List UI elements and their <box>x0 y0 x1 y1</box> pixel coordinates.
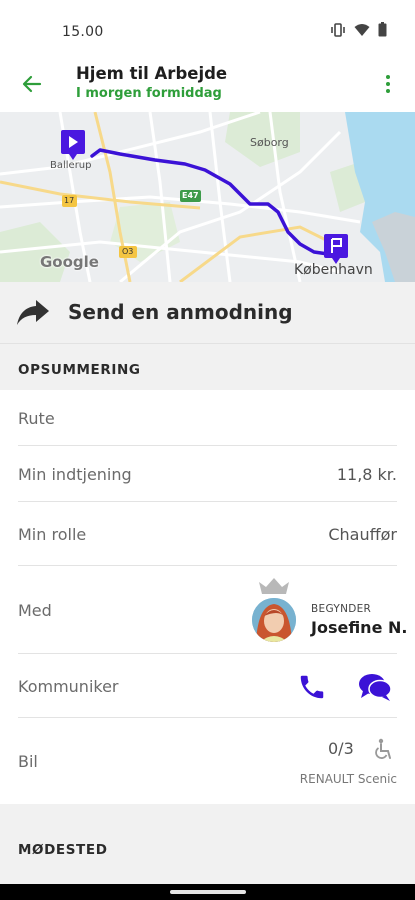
earnings-value: 11,8 kr. <box>336 465 397 484</box>
phone-icon <box>300 675 324 699</box>
status-icons <box>330 22 387 37</box>
start-marker-icon <box>61 130 85 160</box>
send-request-button[interactable]: Send en anmodning <box>0 282 415 344</box>
route-map[interactable]: 17 E47 O3 Ballerup Søborg København Goog… <box>0 112 415 282</box>
back-button[interactable] <box>18 70 46 98</box>
wheelchair-icon <box>375 738 391 759</box>
send-request-label: Send en anmodning <box>68 300 293 324</box>
car-model: RENAULT Scenic <box>299 772 397 786</box>
route-label: Rute <box>18 409 55 428</box>
share-arrow-icon <box>17 300 49 325</box>
car-seats: 0/3 <box>328 739 354 758</box>
status-bar: 15.00 <box>0 0 415 56</box>
companion-name[interactable]: Josefine N. <box>311 618 407 637</box>
map-label-soborg: Søborg <box>250 136 289 149</box>
role-value: Chauffør <box>328 525 397 544</box>
earnings-label: Min indtjening <box>18 465 132 484</box>
page-title: Hjem til Arbejde <box>76 64 228 83</box>
call-button[interactable] <box>297 672 327 702</box>
chat-icon <box>359 674 392 701</box>
page-subtitle: I morgen formiddag <box>76 86 222 101</box>
arrow-left-icon <box>22 75 42 93</box>
vibrate-icon <box>331 22 345 37</box>
summary-section-header: OPSUMMERING <box>0 344 415 390</box>
road-e47-label: E47 <box>182 191 199 200</box>
summary-title: OPSUMMERING <box>18 362 141 378</box>
more-vert-icon <box>386 75 390 79</box>
status-time: 15.00 <box>62 24 104 40</box>
route-row[interactable]: Rute <box>0 390 415 446</box>
car-label: Bil <box>18 752 38 771</box>
more-menu-button[interactable] <box>375 70 401 98</box>
companion-label: Med <box>18 601 52 620</box>
google-logo: Google <box>40 253 99 271</box>
car-row: Bil <box>0 718 415 804</box>
battery-icon <box>378 22 387 37</box>
home-gesture-handle[interactable] <box>170 890 246 894</box>
role-row: Min rolle Chauffør <box>0 502 415 566</box>
road-o3-label: O3 <box>122 247 134 256</box>
destination-marker-icon <box>324 234 348 264</box>
meeting-section-header: MØDESTED <box>0 804 415 884</box>
earnings-row: Min indtjening 11,8 kr. <box>0 446 415 502</box>
meeting-title: MØDESTED <box>18 842 108 858</box>
crown-icon <box>259 578 289 594</box>
companion-level: BEGYNDER <box>311 603 372 615</box>
avatar[interactable] <box>252 598 296 642</box>
communicate-row: Kommuniker <box>0 654 415 718</box>
app-bar: Hjem til Arbejde I morgen formiddag <box>0 56 415 112</box>
wifi-icon <box>354 23 370 36</box>
chat-button[interactable] <box>358 672 392 702</box>
road-17-label: 17 <box>64 196 75 205</box>
role-label: Min rolle <box>18 525 87 544</box>
communicate-label: Kommuniker <box>18 677 119 696</box>
